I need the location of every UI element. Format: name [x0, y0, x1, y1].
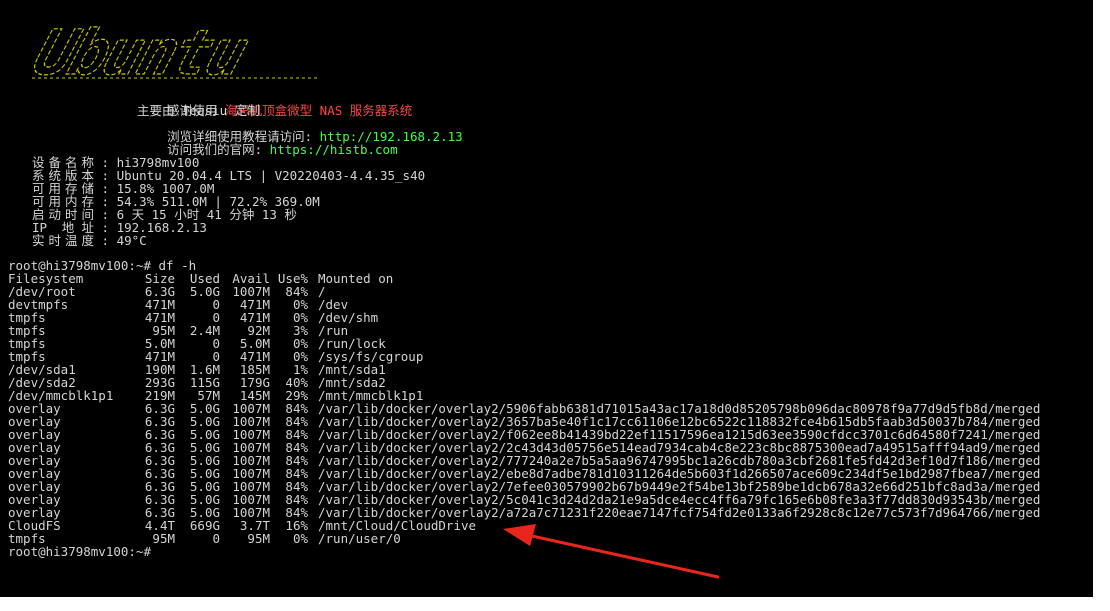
cell-use-percent: 0%: [292, 531, 308, 546]
terminal-window[interactable]: Ubuntu 感谢使用 海思机顶盒微型 NAS 服务器系统 主要由 Teasiu…: [0, 0, 1093, 597]
df-row: tmpfs 95M 0 95M 0%/run/user/0: [8, 532, 1040, 545]
sysinfo-value: 49°C: [116, 233, 147, 248]
cell-avail: 95M: [247, 531, 270, 546]
intro-line-3: 浏览详细使用教程请访问: http://192.168.2.13: [137, 117, 463, 143]
ubuntu-logo-banner: Ubuntu: [25, 20, 320, 90]
ubuntu-logo-text: Ubuntu: [25, 20, 256, 90]
sysinfo-row: 实时温度 : 49°C: [32, 234, 147, 247]
shell-prompt[interactable]: root@hi3798mv100:~#: [8, 545, 151, 558]
window-margin-right: [1093, 0, 1110, 611]
df-rows: /dev/root 6.3G 5.0G 1007M 84% / devtmpfs 471M 0 4…: [8, 285, 1040, 545]
sysinfo-separator: :: [94, 233, 117, 248]
sysinfo-label: 实时温度: [32, 233, 94, 248]
cell-mounted-on: /run/user/0: [318, 531, 401, 546]
intro-line-4: 访问我们的官网: https://histb.com: [137, 130, 398, 156]
df-output-table: Filesystem Size Used Avail Use% Mounted …: [8, 272, 1040, 545]
website-url-link[interactable]: https://histb.com: [270, 142, 398, 157]
intro-line-2: 主要由 Teasiu 定制: [137, 103, 260, 118]
window-margin-bottom: [0, 597, 1110, 611]
cell-used: 0: [212, 531, 220, 546]
